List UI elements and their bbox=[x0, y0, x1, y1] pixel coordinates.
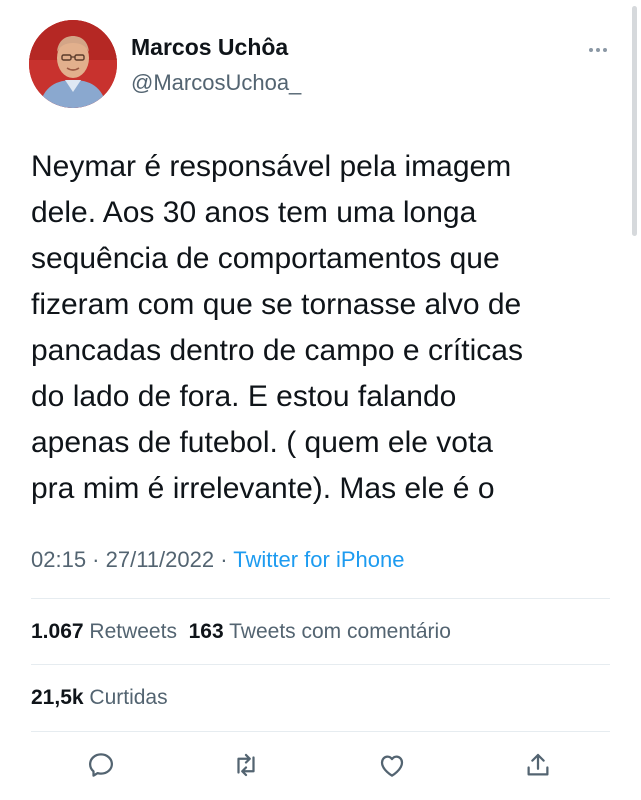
avatar-photo bbox=[29, 20, 117, 108]
author-name[interactable]: Marcos Uchôa bbox=[131, 34, 288, 61]
more-dot bbox=[589, 48, 593, 52]
likes-stats-row: 21,5k Curtidas bbox=[31, 686, 168, 710]
tweet-text-line: pra mim é irrelevante). Mas ele é o bbox=[31, 472, 495, 505]
tweet-text-line: fizeram com que se tornasse alvo de bbox=[31, 288, 522, 321]
retweets-stat[interactable]: 1.067 Retweets bbox=[31, 620, 177, 643]
author-handle[interactable]: @MarcosUchoa_ bbox=[131, 70, 301, 96]
more-dot bbox=[596, 48, 600, 52]
tweet-date[interactable]: 27/11/2022 bbox=[106, 547, 214, 572]
reply-button[interactable] bbox=[81, 745, 121, 785]
tweet-text-line: pancadas dentro de campo e críticas bbox=[31, 334, 523, 367]
reply-icon bbox=[89, 753, 113, 777]
likes-stat[interactable]: 21,5k Curtidas bbox=[31, 686, 168, 709]
share-button[interactable] bbox=[518, 745, 558, 785]
retweet-icon bbox=[237, 753, 255, 777]
tweet-text-line: sequência de comportamentos que bbox=[31, 242, 500, 275]
quotes-label: Tweets com comentário bbox=[229, 620, 451, 643]
tweet-text-line: dele. Aos 30 anos tem uma longa bbox=[31, 196, 477, 229]
retweet-button[interactable] bbox=[226, 745, 266, 785]
more-dot bbox=[603, 48, 607, 52]
retweets-count: 1.067 bbox=[31, 620, 84, 643]
tweet-text-line: apenas de futebol. ( quem ele vota bbox=[31, 426, 493, 459]
tweet-text: Neymar é responsável pela imagem dele. A… bbox=[31, 144, 591, 512]
divider bbox=[31, 598, 610, 599]
quote-tweets-stat[interactable]: 163 Tweets com comentário bbox=[189, 620, 451, 643]
share-icon bbox=[527, 753, 549, 776]
likes-label: Curtidas bbox=[89, 686, 168, 709]
tweet-actions-bar bbox=[0, 745, 641, 785]
scrollbar-thumb[interactable] bbox=[632, 6, 637, 236]
retweets-label: Retweets bbox=[89, 620, 177, 643]
tweet-page: Marcos Uchôa @MarcosUchoa_ Neymar é resp… bbox=[0, 0, 641, 800]
divider bbox=[31, 731, 610, 732]
tweet-metadata: 02:15 · 27/11/2022 · Twitter for iPhone bbox=[31, 547, 404, 573]
retweet-stats-row: 1.067 Retweets 163 Tweets com comentário bbox=[31, 620, 451, 644]
tweet-text-line: Neymar é responsável pela imagem bbox=[31, 150, 512, 183]
like-icon bbox=[380, 755, 404, 777]
author-avatar[interactable] bbox=[29, 20, 117, 108]
like-button[interactable] bbox=[372, 745, 412, 785]
tweet-time[interactable]: 02:15 bbox=[31, 547, 86, 572]
divider bbox=[31, 664, 610, 665]
tweet-source-link[interactable]: Twitter for iPhone bbox=[233, 547, 404, 572]
more-options-button[interactable] bbox=[580, 36, 616, 64]
quotes-count: 163 bbox=[188, 620, 224, 643]
likes-count: 21,5k bbox=[31, 686, 84, 709]
meta-separator: · bbox=[214, 547, 234, 572]
tweet-text-line: do lado de fora. E estou falando bbox=[31, 380, 457, 413]
meta-separator: · bbox=[86, 547, 106, 572]
